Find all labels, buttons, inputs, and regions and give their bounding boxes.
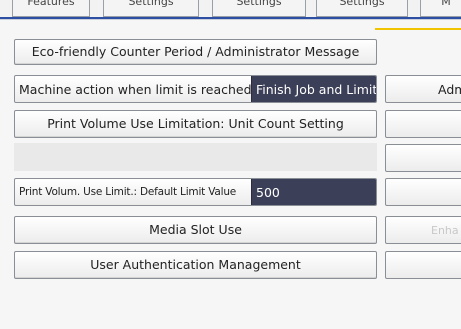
default-limit-label: Print Volum. Use Limit.: Default Limit V… <box>19 186 237 198</box>
tab-settings-3[interactable]: Settings <box>316 0 408 17</box>
right-button-6[interactable] <box>385 251 461 279</box>
tab-label: Settings <box>236 0 282 8</box>
user-authentication-button[interactable]: User Authentication Management <box>14 251 377 279</box>
empty-row <box>14 143 377 171</box>
highlight-line <box>375 28 461 30</box>
machine-action-label: Machine action when limit is reached <box>19 81 252 97</box>
divider <box>0 19 461 20</box>
media-slot-use-button[interactable]: Media Slot Use <box>14 216 377 244</box>
right-button-3[interactable] <box>385 144 461 172</box>
right-button-2[interactable] <box>385 110 461 138</box>
tab-settings-2[interactable]: Settings <box>212 0 306 17</box>
administrator-button[interactable]: Adm <box>385 75 461 103</box>
tab-features[interactable]: Features <box>12 0 90 17</box>
default-limit-setting[interactable]: Print Volum. Use Limit.: Default Limit V… <box>14 178 377 206</box>
machine-action-setting[interactable]: Machine action when limit is reached Fin… <box>14 75 377 103</box>
tab-label: M <box>441 0 451 8</box>
tab-label: Features <box>27 0 75 8</box>
right-button-4[interactable] <box>385 178 461 206</box>
tab-strip: Features Settings Settings Settings M <box>0 0 461 19</box>
tab-settings-1[interactable]: Settings <box>103 0 199 17</box>
eco-friendly-counter-button[interactable]: Eco-friendly Counter Period / Administra… <box>14 39 377 65</box>
tab-label: Settings <box>128 0 174 8</box>
unit-count-setting-button[interactable]: Print Volume Use Limitation: Unit Count … <box>14 110 377 138</box>
enhanced-button: Enha <box>385 216 461 244</box>
machine-action-value: Finish Job and Limit <box>251 76 376 102</box>
default-limit-value: 500 <box>251 179 376 205</box>
tab-label: Settings <box>339 0 385 8</box>
tab-more[interactable]: M <box>420 0 461 17</box>
